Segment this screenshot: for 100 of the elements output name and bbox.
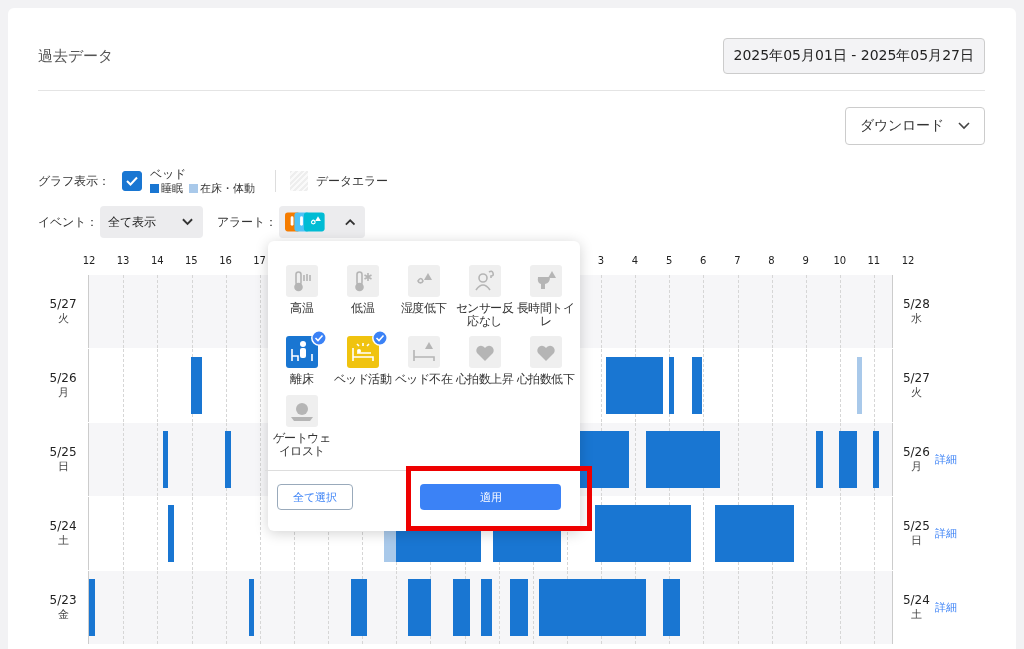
axis-tick-label: 11 — [867, 255, 881, 266]
sleep-bar — [668, 357, 674, 414]
sleep-bar — [873, 431, 880, 488]
thermometer-icon[interactable] — [285, 265, 318, 297]
alert-option-label[interactable]: 低温 — [332, 302, 393, 316]
axis-tick-label: 10 — [833, 255, 847, 266]
sleep-bar — [408, 579, 432, 636]
bed-warning-icon[interactable] — [407, 336, 440, 369]
sleep-bar — [839, 431, 857, 488]
alert-option-label[interactable]: ゲートウェイロスト — [271, 431, 332, 458]
event-dropdown[interactable]: 全て表示 — [100, 206, 203, 238]
axis-tick-label: 13 — [116, 255, 130, 266]
sleep-bar — [248, 579, 254, 636]
axis-tick-label: 15 — [185, 255, 198, 266]
sleep-bar — [692, 357, 703, 414]
alert-option-label[interactable]: 湿度低下 — [393, 302, 454, 316]
sleep-bar — [663, 579, 681, 636]
detail-link[interactable]: 詳細 — [935, 600, 958, 615]
alert-option-label[interactable]: 長時間トイレ — [515, 302, 576, 329]
heart-down-icon[interactable] — [529, 336, 562, 369]
sleep-bar — [163, 431, 169, 488]
sleep-bar — [453, 579, 471, 636]
date-label: 5/28 — [902, 297, 930, 311]
axis-tick-label: 16 — [219, 255, 232, 266]
alert-label: アラート： — [217, 213, 277, 231]
person-standing-icon[interactable] — [285, 336, 318, 369]
sleep-bar — [168, 505, 174, 562]
thermometer-icon[interactable] — [346, 265, 379, 297]
weekday-label: 水 — [910, 311, 922, 326]
alert-option-label[interactable]: ベッド活動 — [332, 373, 393, 387]
date-label: 5/27 — [49, 297, 77, 311]
weekday-label: 日 — [910, 533, 922, 548]
download-dropdown[interactable]: ダウンロード — [845, 107, 985, 145]
alert-option-label[interactable]: 高温 — [271, 302, 332, 316]
select-all-button[interactable]: 全て選択 — [277, 484, 353, 510]
alert-option-label[interactable]: ベッド不在 — [393, 373, 454, 387]
axis-tick-label: 3 — [597, 255, 605, 266]
alert-dropdown[interactable] — [279, 206, 365, 238]
legend-label: 睡眠 — [161, 180, 183, 196]
axis-tick-label: 7 — [734, 255, 741, 266]
page-title: 過去データ — [38, 46, 113, 66]
event-label: イベント： — [38, 213, 98, 231]
date-label: 5/27 — [902, 371, 930, 385]
in-bed-bar — [856, 357, 863, 414]
axis-tick-label: 12 — [901, 255, 915, 266]
sleep-bar — [351, 579, 368, 636]
bed-person-icon[interactable] — [346, 336, 379, 369]
alert-option-label[interactable]: 心拍数低下 — [515, 373, 576, 387]
checkmark-icon — [125, 174, 139, 188]
weekday-label: 火 — [57, 311, 69, 326]
legend-swatch — [189, 183, 198, 193]
axis-tick-label: 8 — [768, 255, 775, 266]
alert-icons-icon — [285, 212, 325, 232]
date-label: 5/24 — [49, 519, 77, 533]
axis-tick-label: 4 — [631, 255, 639, 266]
axis-tick-label: 6 — [700, 255, 707, 266]
date-label: 5/25 — [49, 445, 77, 459]
sleep-bar — [89, 579, 96, 636]
toilet-warning-icon[interactable] — [529, 265, 562, 297]
weekday-label: 月 — [57, 385, 69, 400]
date-label: 5/26 — [902, 445, 930, 459]
weekday-label: 金 — [57, 607, 69, 622]
weekday-label: 土 — [910, 607, 922, 622]
gateway-warning-icon[interactable] — [285, 394, 318, 427]
axis-tick-label: 14 — [150, 255, 164, 266]
alert-option-label[interactable]: 離床 — [271, 373, 332, 387]
axis-tick-label: 17 — [253, 255, 266, 266]
weekday-label: 日 — [57, 459, 69, 474]
weekday-label: 火 — [910, 385, 922, 400]
chevron-down-icon — [182, 218, 193, 226]
person-question-icon[interactable] — [468, 265, 501, 297]
axis-tick-label: 5 — [665, 255, 673, 266]
sleep-bar — [606, 357, 664, 414]
alert-option-label[interactable]: 心拍数上昇 — [454, 373, 515, 387]
sleep-bar — [509, 579, 529, 636]
sleep-bar — [816, 431, 823, 488]
date-label: 5/24 — [902, 593, 930, 607]
graph-display-label: グラフ表示： — [38, 172, 110, 190]
weekday-label: 土 — [57, 533, 69, 548]
bed-checkbox[interactable] — [122, 171, 142, 191]
date-label: 5/26 — [49, 371, 77, 385]
legend-label: 在床・体動 — [200, 180, 255, 196]
legend-swatch — [150, 183, 159, 193]
detail-link[interactable]: 詳細 — [935, 452, 958, 467]
sleep-bar — [480, 579, 493, 636]
apply-button[interactable]: 適用 — [420, 484, 561, 510]
date-label: 5/25 — [902, 519, 930, 533]
sleep-bar — [224, 431, 232, 488]
droplet-warning-icon[interactable] — [407, 265, 440, 297]
chevron-down-icon — [958, 122, 970, 130]
detail-link[interactable]: 詳細 — [935, 526, 958, 541]
alert-option-label[interactable]: センサー反応なし — [454, 302, 515, 329]
data-error-label: データエラー — [316, 172, 388, 190]
axis-tick-label: 9 — [802, 255, 809, 266]
axis-tick-label: 12 — [82, 255, 96, 266]
heart-up-icon[interactable] — [468, 336, 501, 369]
date-label: 5/23 — [49, 593, 77, 607]
weekday-label: 月 — [910, 459, 922, 474]
bed-label: ベッド — [150, 166, 187, 181]
date-range-field[interactable]: 2025年05月01日 - 2025年05月27日 — [722, 38, 985, 74]
